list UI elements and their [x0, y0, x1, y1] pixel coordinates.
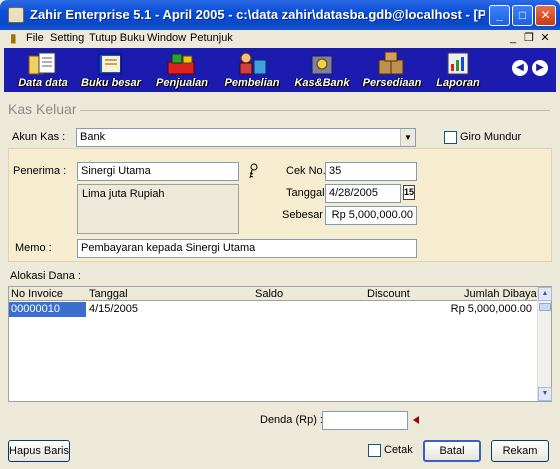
- cek-no-input[interactable]: 35: [325, 162, 417, 181]
- batal-button[interactable]: Batal: [423, 440, 481, 462]
- kas-keluar-form: Kas Keluar Akun Kas : Bank ▼ Giro Mundur…: [4, 92, 556, 465]
- sebesar-label: Sebesar :: [282, 209, 330, 221]
- grid-header: No Invoice Tanggal Saldo Discount Jumlah…: [9, 287, 540, 301]
- toolbar-next-icon[interactable]: ▶: [532, 60, 548, 76]
- scroll-down-icon[interactable]: ▼: [538, 387, 552, 401]
- title-bar[interactable]: Zahir Enterprise 5.1 - April 2005 - c:\d…: [0, 0, 560, 30]
- toolbar-persediaan[interactable]: Persediaan: [360, 48, 424, 92]
- akun-kas-value: Bank: [80, 131, 106, 143]
- maximize-button[interactable]: □: [512, 5, 533, 26]
- mdi-close-button[interactable]: ✕: [538, 32, 552, 45]
- allocation-grid[interactable]: No Invoice Tanggal Saldo Discount Jumlah…: [8, 286, 552, 402]
- menu-setting[interactable]: Setting: [50, 32, 84, 44]
- data-icon: [28, 52, 56, 75]
- main-toolbar: Data data Buku besar Penjualan Pembelian…: [4, 48, 556, 92]
- cell-tanggal[interactable]: 4/15/2005: [89, 303, 138, 315]
- table-row[interactable]: 00000010 4/15/2005 Rp 5,000,000.00: [9, 302, 538, 317]
- column-saldo[interactable]: Saldo: [255, 288, 283, 300]
- rekam-button[interactable]: Rekam: [491, 440, 549, 462]
- calendar-icon[interactable]: 15: [403, 185, 415, 200]
- toolbar-label: Persediaan: [362, 77, 422, 89]
- denda-input[interactable]: [322, 411, 408, 430]
- chevron-down-icon[interactable]: ▼: [400, 129, 415, 146]
- denda-label: Denda (Rp) :: [260, 414, 323, 426]
- toolbar-label: Data data: [18, 77, 68, 89]
- payment-details-panel: Penerima : Sinergi Utama Lima juta Rupia…: [8, 148, 552, 262]
- marker-arrow-icon: [413, 416, 419, 424]
- window-title: Zahir Enterprise 5.1 - April 2005 - c:\d…: [30, 7, 485, 22]
- report-icon: [447, 52, 469, 75]
- toolbar-label: Penjualan: [156, 77, 208, 89]
- toolbar-label: Laporan: [436, 77, 480, 89]
- toolbar-data-data[interactable]: Data data: [12, 48, 74, 92]
- cetak-label: Cetak: [384, 444, 413, 456]
- menu-window[interactable]: Window: [147, 32, 186, 44]
- toolbar-prev-icon[interactable]: ◀: [512, 60, 528, 76]
- toolbar-label: Pembelian: [224, 77, 280, 89]
- cell-jumlah[interactable]: Rp 5,000,000.00: [451, 303, 532, 315]
- scroll-thumb[interactable]: [539, 303, 551, 311]
- column-tanggal[interactable]: Tanggal: [89, 288, 128, 300]
- hapus-baris-button[interactable]: Hapus Baris: [8, 440, 70, 462]
- menu-file[interactable]: File: [26, 32, 44, 44]
- cetak-checkbox[interactable]: [368, 444, 381, 457]
- toolbar-penjualan[interactable]: Penjualan: [152, 48, 212, 92]
- penerima-label: Penerima :: [13, 165, 67, 177]
- lookup-icon[interactable]: [247, 163, 259, 179]
- page-title: Kas Keluar: [8, 101, 77, 117]
- tanggal-input[interactable]: 4/28/2005: [325, 184, 401, 203]
- column-discount[interactable]: Discount: [367, 288, 410, 300]
- close-button[interactable]: ✕: [535, 5, 556, 26]
- giro-mundur-label: Giro Mundur: [460, 131, 522, 143]
- toolbar-label: Buku besar: [81, 77, 141, 89]
- toolbar-label: Kas&Bank: [294, 77, 350, 89]
- toolbar-buku-besar[interactable]: Buku besar: [80, 48, 142, 92]
- purchase-icon: [239, 52, 267, 75]
- menu-bar: ▮ File Setting Tutup Buku Window Petunju…: [4, 30, 556, 48]
- tanggal-label: Tanggal :: [286, 187, 331, 199]
- sebesar-input[interactable]: Rp 5,000,000.00: [325, 206, 417, 225]
- column-jumlah-dibayar[interactable]: Jumlah Dibayar: [464, 288, 540, 300]
- ledger-icon: [98, 53, 122, 75]
- mdi-minimize-button[interactable]: _: [506, 32, 520, 45]
- inventory-icon: [378, 51, 404, 75]
- toolbar-pembelian[interactable]: Pembelian: [222, 48, 282, 92]
- document-icon[interactable]: ▮: [10, 32, 20, 45]
- cell-no-invoice[interactable]: 00000010: [9, 302, 86, 317]
- terbilang-text: Lima juta Rupiah: [77, 184, 239, 234]
- toolbar-kas-bank[interactable]: Kas&Bank: [292, 48, 352, 92]
- grid-scrollbar[interactable]: ▲ ▼: [537, 287, 552, 401]
- app-icon: [8, 7, 24, 23]
- cash-bank-icon: [311, 55, 333, 75]
- scroll-up-icon[interactable]: ▲: [538, 287, 552, 301]
- column-no-invoice[interactable]: No Invoice: [11, 288, 63, 300]
- giro-mundur-checkbox[interactable]: [444, 131, 457, 144]
- menu-tutup-buku[interactable]: Tutup Buku: [89, 32, 145, 44]
- sales-icon: [167, 53, 195, 75]
- title-divider: [80, 110, 550, 111]
- memo-input[interactable]: Pembayaran kepada Sinergi Utama: [77, 239, 417, 258]
- mdi-restore-button[interactable]: ❐: [522, 32, 536, 45]
- akun-kas-select[interactable]: Bank ▼: [76, 128, 416, 147]
- akun-kas-label: Akun Kas :: [12, 131, 66, 143]
- memo-label: Memo :: [15, 242, 52, 254]
- minimize-button[interactable]: _: [489, 5, 510, 26]
- alokasi-dana-label: Alokasi Dana :: [10, 270, 81, 282]
- toolbar-laporan[interactable]: Laporan: [428, 48, 488, 92]
- menu-petunjuk[interactable]: Petunjuk: [190, 32, 233, 44]
- penerima-input[interactable]: Sinergi Utama: [77, 162, 239, 181]
